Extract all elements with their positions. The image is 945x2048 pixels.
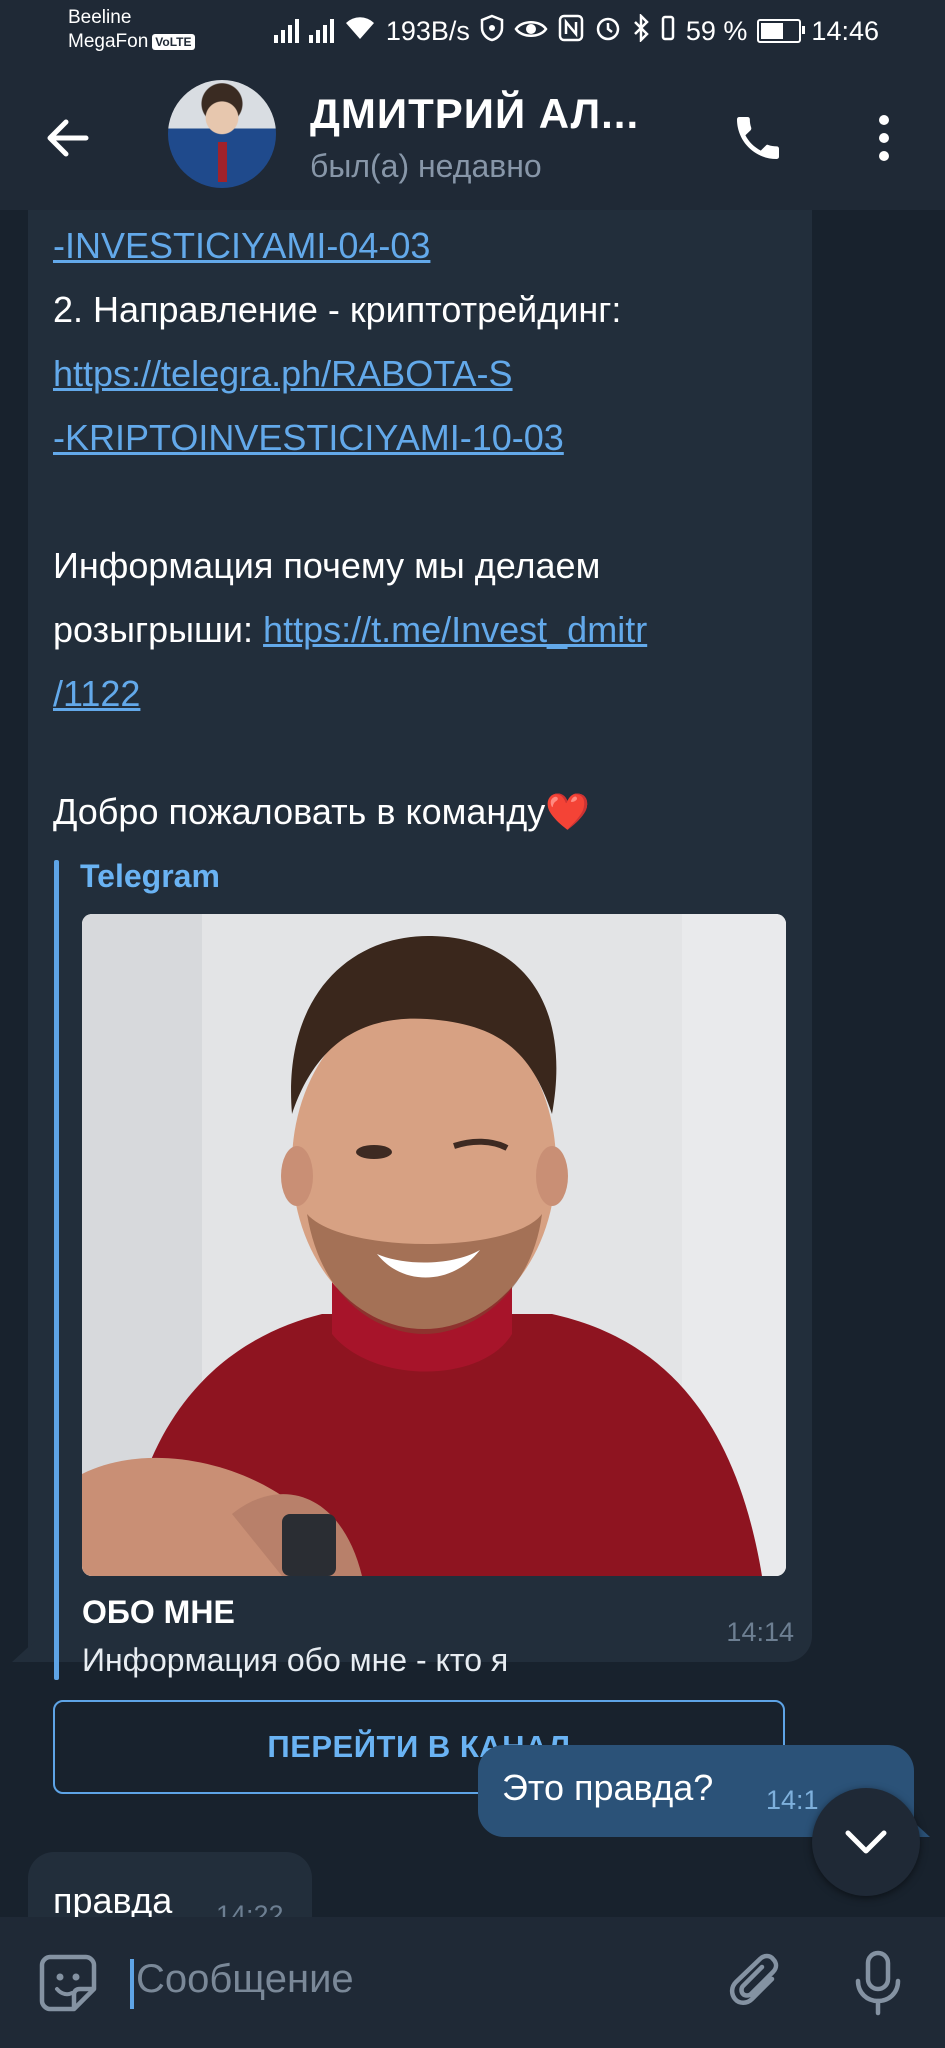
link-preview-image[interactable] bbox=[82, 914, 786, 1576]
message-composer: Сообщение bbox=[0, 1917, 945, 2048]
paperclip-icon bbox=[729, 1953, 779, 2005]
sticker-icon bbox=[39, 1954, 97, 2012]
message-text: розыгрыши: bbox=[53, 609, 264, 650]
vibrate-icon bbox=[660, 14, 676, 49]
nfc-icon bbox=[558, 14, 584, 49]
network-speed: 193B/s bbox=[385, 15, 470, 46]
message-link[interactable]: -INVESTICIYAMI-04-03 bbox=[53, 224, 430, 268]
message-time: 14:1 bbox=[766, 1785, 819, 1815]
message-input[interactable]: Сообщение bbox=[136, 1957, 354, 2002]
signal-icon bbox=[273, 19, 299, 43]
signal-icon bbox=[308, 19, 334, 43]
carrier-info: Beeline MegaFon VoLTE bbox=[68, 6, 195, 54]
voice-record-button[interactable] bbox=[850, 1949, 906, 2017]
message-text: Это правда? bbox=[502, 1767, 714, 1808]
status-bar: Beeline MegaFon VoLTE 193B/s 59 % 14:46 bbox=[0, 0, 945, 62]
battery-percent: 59 % bbox=[685, 15, 748, 46]
phone-icon bbox=[737, 117, 779, 159]
avatar[interactable] bbox=[168, 80, 276, 188]
shield-icon bbox=[480, 14, 504, 49]
battery-icon bbox=[757, 19, 806, 43]
chat-title[interactable]: ДМИТРИЙ АЛ... bbox=[310, 90, 639, 138]
link-preview-description: Информация обо мне - кто я bbox=[82, 1642, 509, 1678]
message-time: 14:14 bbox=[726, 1617, 794, 1647]
link-preview-bar bbox=[54, 860, 59, 1680]
carrier-1: Beeline bbox=[68, 7, 132, 28]
message-text: Добро пожаловать в команду bbox=[53, 791, 546, 832]
bluetooth-icon bbox=[632, 12, 650, 49]
eye-icon bbox=[514, 16, 548, 47]
message-list[interactable]: -INVESTICIYAMI-04-03 2. Направление - кр… bbox=[0, 210, 945, 1917]
text-cursor bbox=[130, 1959, 134, 2009]
message-text: Информация почему мы делаем bbox=[53, 545, 601, 586]
message-link[interactable]: /1122 bbox=[53, 672, 140, 716]
call-button[interactable] bbox=[730, 110, 786, 166]
heart-icon: ❤️ bbox=[545, 791, 591, 832]
chat-status: был(а) недавно bbox=[310, 148, 542, 184]
attach-button[interactable] bbox=[728, 1951, 788, 2015]
more-vertical-icon bbox=[879, 115, 889, 161]
scroll-down-button[interactable] bbox=[812, 1788, 920, 1896]
link-preview-site[interactable]: Telegram bbox=[80, 858, 220, 895]
more-menu-button[interactable] bbox=[856, 108, 912, 168]
message-link[interactable]: https://t.me/Invest_dmitr bbox=[263, 609, 647, 650]
volte-badge: VoLTE bbox=[152, 33, 195, 50]
person-photo bbox=[82, 914, 786, 1576]
carrier-2: MegaFon bbox=[68, 31, 149, 52]
chevron-down-icon bbox=[845, 1830, 887, 1854]
wifi-icon bbox=[344, 15, 376, 48]
status-icons: 193B/s 59 % 14:46 bbox=[273, 0, 945, 62]
incoming-message[interactable]: -INVESTICIYAMI-04-03 2. Направление - кр… bbox=[28, 210, 812, 1794]
link-preview-title: ОБО МНЕ bbox=[82, 1594, 235, 1630]
chat-header: ДМИТРИЙ АЛ... был(а) недавно bbox=[0, 62, 945, 210]
microphone-icon bbox=[855, 1950, 901, 2016]
message-text: правда bbox=[53, 1880, 173, 1917]
emoji-button[interactable] bbox=[38, 1953, 98, 2013]
back-button[interactable] bbox=[40, 110, 96, 166]
message-link[interactable]: -KRIPTOINVESTICIYAMI-10-03 bbox=[53, 416, 564, 460]
message-link[interactable]: https://telegra.ph/RABOTA-S bbox=[53, 352, 513, 396]
alarm-icon bbox=[594, 14, 622, 49]
message-time: 14:22 bbox=[216, 1900, 284, 1917]
clock: 14:46 bbox=[811, 15, 879, 46]
message-text: 2. Направление - криптотрейдинг: bbox=[53, 289, 622, 330]
arrow-left-icon bbox=[47, 119, 89, 157]
incoming-message[interactable]: правда 14:22 bbox=[28, 1852, 312, 1917]
